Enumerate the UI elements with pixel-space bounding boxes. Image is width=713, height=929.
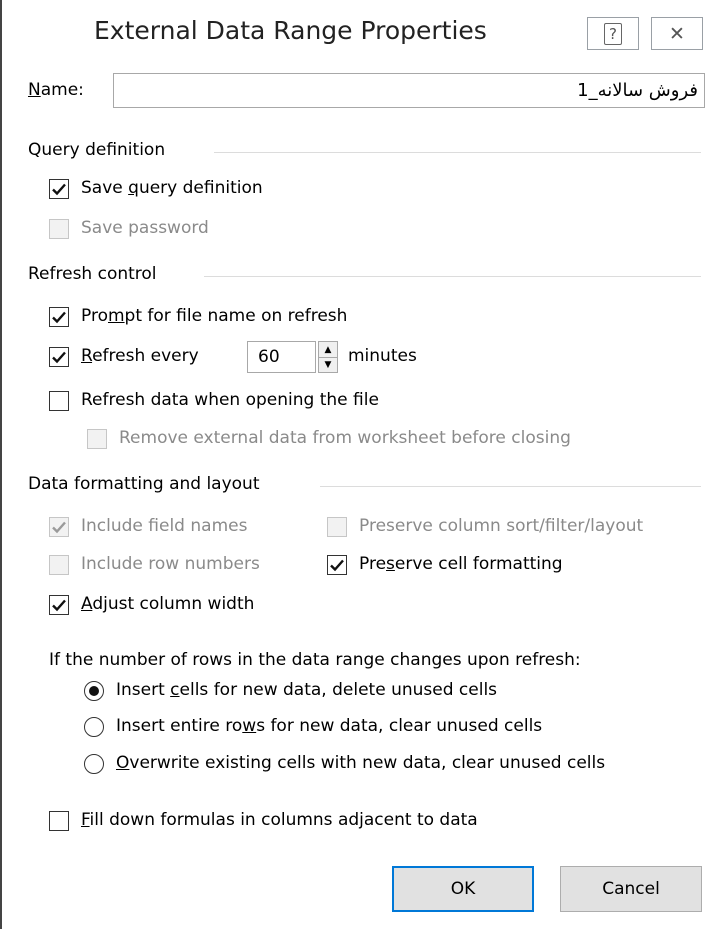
checkmark-icon <box>52 599 66 612</box>
checkmark-icon <box>52 311 66 324</box>
dialog-title: External Data Range Properties <box>94 16 487 45</box>
radio-overwrite[interactable] <box>84 754 104 774</box>
save-password-checkbox[interactable] <box>49 219 69 239</box>
preserve-sort-label: Preserve column sort/filter/layout <box>359 516 644 536</box>
name-input[interactable]: فروش سالانه_1 <box>113 73 705 108</box>
spin-up-icon[interactable]: ▲ <box>319 342 337 358</box>
refresh-every-checkbox[interactable] <box>49 347 69 367</box>
radio-overwrite-label: Overwrite existing cells with new data, … <box>116 753 606 773</box>
prompt-file-name-checkbox[interactable] <box>49 307 69 327</box>
refresh-control-group-title: Refresh control <box>28 264 157 284</box>
checkmark-icon <box>52 183 66 196</box>
preserve-cell-formatting-checkbox[interactable] <box>327 555 347 575</box>
preserve-cell-formatting-label: Preserve cell formatting <box>359 554 563 574</box>
external-data-range-dialog: External Data Range Properties ? ✕ Name:… <box>0 0 713 929</box>
refresh-every-label: Refresh every <box>81 346 199 366</box>
query-definition-group-title: Query definition <box>28 140 166 160</box>
remove-external-data-checkbox[interactable] <box>87 429 107 449</box>
remove-external-data-label: Remove external data from worksheet befo… <box>119 428 571 448</box>
fill-down-label: Fill down formulas in columns adjacent t… <box>81 810 478 830</box>
include-field-names-checkbox[interactable] <box>49 517 69 537</box>
help-button[interactable]: ? <box>587 17 639 50</box>
checkmark-icon <box>330 559 344 572</box>
adjust-column-width-checkbox[interactable] <box>49 595 69 615</box>
close-button[interactable]: ✕ <box>651 17 703 50</box>
include-row-numbers-label: Include row numbers <box>81 554 260 574</box>
checkmark-icon <box>52 521 66 534</box>
refresh-on-open-checkbox[interactable] <box>49 391 69 411</box>
group-divider <box>204 276 701 277</box>
adjust-column-width-label: Adjust column width <box>81 594 255 614</box>
ok-button[interactable]: OK <box>392 866 534 912</box>
close-icon: ✕ <box>669 22 685 45</box>
spin-down-icon[interactable]: ▼ <box>319 357 337 372</box>
radio-insert-rows[interactable] <box>84 717 104 737</box>
checkmark-icon <box>52 351 66 364</box>
group-divider <box>214 152 701 153</box>
refresh-minutes-spinner[interactable]: ▲ ▼ <box>318 341 338 373</box>
name-label: Name: <box>28 80 84 100</box>
radio-insert-cells-label: Insert cells for new data, delete unused… <box>116 680 498 700</box>
data-formatting-group-title: Data formatting and layout <box>28 474 260 494</box>
radio-insert-rows-label: Insert entire rows for new data, clear u… <box>116 716 543 736</box>
cancel-button[interactable]: Cancel <box>560 866 702 912</box>
save-query-checkbox[interactable] <box>49 179 69 199</box>
preserve-sort-checkbox[interactable] <box>327 517 347 537</box>
refresh-minutes-input[interactable]: 60 <box>247 341 316 373</box>
radio-selected-dot <box>89 686 99 696</box>
group-divider <box>320 486 701 487</box>
refresh-on-open-label: Refresh data when opening the file <box>81 390 379 410</box>
save-query-label: Save query definition <box>81 178 263 198</box>
save-password-label: Save password <box>81 218 209 238</box>
prompt-file-name-label: Prompt for file name on refresh <box>81 306 348 326</box>
include-field-names-label: Include field names <box>81 516 248 536</box>
include-row-numbers-checkbox[interactable] <box>49 555 69 575</box>
minutes-label: minutes <box>348 346 417 366</box>
radio-insert-cells[interactable] <box>84 681 104 701</box>
help-icon: ? <box>604 22 622 45</box>
title-bar: External Data Range Properties ? ✕ <box>2 0 713 68</box>
fill-down-checkbox[interactable] <box>49 811 69 831</box>
rows-change-prompt: If the number of rows in the data range … <box>49 650 581 670</box>
